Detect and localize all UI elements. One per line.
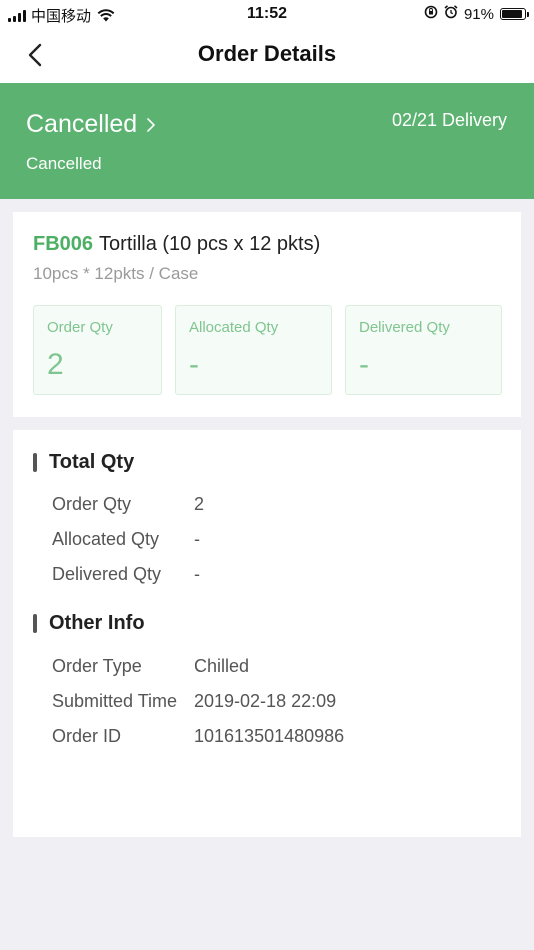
qty-box-value: - [359,348,369,381]
info-label: Order Qty [52,494,132,514]
status-bar-right: 91% [424,5,529,23]
qty-box-label: Allocated Qty [189,319,279,336]
section-title: Other Info [49,612,145,634]
section-title: Total Qty [49,451,135,473]
section-marker [33,614,37,633]
info-row: Allocated Qty - [52,529,200,550]
battery-icon [500,8,529,20]
info-row: Order Type Chilled [52,656,249,677]
order-status-banner: Cancelled Cancelled 02/21 Delivery [0,83,534,199]
info-value: - [194,564,200,584]
order-substatus: Cancelled [26,154,102,173]
info-value: 2019-02-18 22:09 [194,691,337,711]
chevron-right-icon [147,117,155,132]
info-label: Allocated Qty [52,529,160,549]
info-label: Order ID [52,726,122,746]
other-info-header: Other Info [33,612,145,635]
total-qty-header: Total Qty [33,451,134,474]
info-label: Order Type [52,656,142,676]
info-value: - [194,529,200,549]
product-code: FB006 [33,233,94,255]
order-qty-box: Order Qty 2 [33,305,162,395]
alarm-icon [444,5,458,23]
section-marker [33,453,37,472]
info-value: 2 [194,494,205,514]
delivered-qty-box: Delivered Qty - [345,305,502,395]
product-spec: 10pcs * 12pkts / Case [33,264,199,283]
qty-box-value: 2 [47,348,64,381]
qty-box-label: Delivered Qty [359,319,450,336]
order-status: Cancelled [26,110,138,138]
info-row: Order ID 101613501480986 [52,726,344,747]
battery-percent: 91% [463,5,494,23]
order-info-card: Total Qty Order Qty 2 Allocated Qty - Deli… [13,430,521,837]
info-row: Order Qty 2 [52,494,204,515]
info-label: Delivered Qty [52,564,162,584]
rotation-lock-icon [424,5,438,23]
allocated-qty-box: Allocated Qty - [175,305,332,395]
qty-box-label: Order Qty [47,319,113,336]
product-name: Tortilla (10 pcs x 12 pkts) [99,233,321,255]
info-value: Chilled [194,656,250,676]
qty-box-value: - [189,348,199,381]
delivery-date: 02/21 Delivery [391,110,507,130]
product-card: FB006 Tortilla (10 pcs x 12 pkts) 10pcs *… [13,212,521,417]
navigation-bar: Order Details [0,28,534,83]
info-row: Delivered Qty - [52,564,200,585]
info-value: 101613501480986 [194,726,345,746]
page-title: Order Details [197,41,337,66]
status-bar: 中国移动 11:52 91% [0,0,534,28]
info-label: Submitted Time [52,691,178,711]
product-title: FB006 Tortilla (10 pcs x 12 pkts) [33,233,320,256]
order-status-link[interactable]: Cancelled [26,110,155,139]
info-row: Submitted Time 2019-02-18 22:09 [52,691,336,712]
